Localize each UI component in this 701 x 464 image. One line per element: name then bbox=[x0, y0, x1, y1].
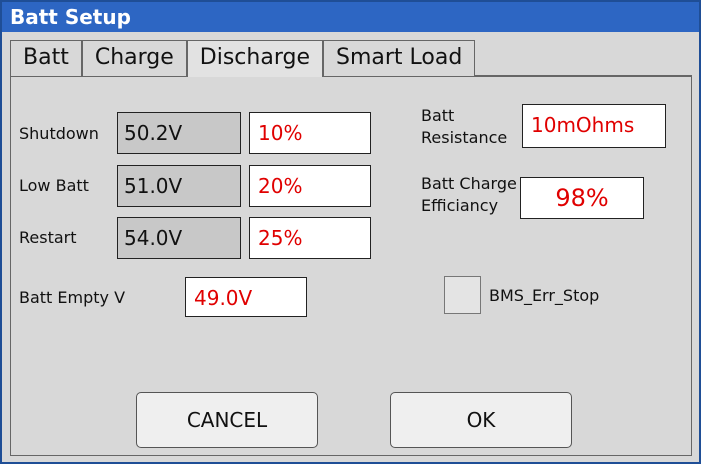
batt-charge-efficiency-field[interactable]: 98% bbox=[520, 177, 644, 219]
batt-resistance-label-line2: Resistance bbox=[421, 128, 508, 147]
bms-err-stop-label: BMS_Err_Stop bbox=[489, 286, 600, 305]
ok-button[interactable]: OK bbox=[390, 392, 572, 448]
tab-discharge[interactable]: Discharge bbox=[186, 40, 323, 77]
bms-err-stop-checkbox[interactable] bbox=[444, 276, 481, 314]
window-title: Batt Setup bbox=[2, 2, 699, 32]
shutdown-label: Shutdown bbox=[19, 124, 99, 143]
restart-label: Restart bbox=[19, 228, 77, 247]
tab-smart-load[interactable]: Smart Load bbox=[322, 40, 476, 76]
tab-bar-filler bbox=[475, 40, 692, 76]
tab-batt[interactable]: Batt bbox=[10, 40, 82, 76]
discharge-panel: Shutdown 50.2V 10% Low Batt 51.0V 20% Re… bbox=[10, 76, 692, 456]
batt-charge-efficiency-label-line2: Efficiancy bbox=[421, 196, 499, 215]
low-batt-percent-field[interactable]: 20% bbox=[249, 165, 371, 207]
restart-percent-field[interactable]: 25% bbox=[249, 217, 371, 259]
tab-charge[interactable]: Charge bbox=[81, 40, 187, 76]
cancel-button[interactable]: CANCEL bbox=[136, 392, 318, 448]
shutdown-voltage-field[interactable]: 50.2V bbox=[117, 112, 241, 154]
low-batt-voltage-field[interactable]: 51.0V bbox=[117, 165, 241, 207]
batt-resistance-field[interactable]: 10mOhms bbox=[522, 104, 666, 148]
low-batt-label: Low Batt bbox=[19, 176, 89, 195]
shutdown-percent-field[interactable]: 10% bbox=[249, 112, 371, 154]
restart-voltage-field[interactable]: 54.0V bbox=[117, 217, 241, 259]
batt-empty-v-label: Batt Empty V bbox=[19, 288, 126, 307]
tab-bar: Batt Charge Discharge Smart Load bbox=[10, 40, 692, 77]
batt-empty-v-field[interactable]: 49.0V bbox=[185, 277, 307, 317]
batt-setup-window: Batt Setup Batt Charge Discharge Smart L… bbox=[0, 0, 701, 464]
batt-resistance-label-line1: Batt bbox=[421, 106, 455, 125]
batt-charge-efficiency-label-line1: Batt Charge bbox=[421, 174, 517, 193]
